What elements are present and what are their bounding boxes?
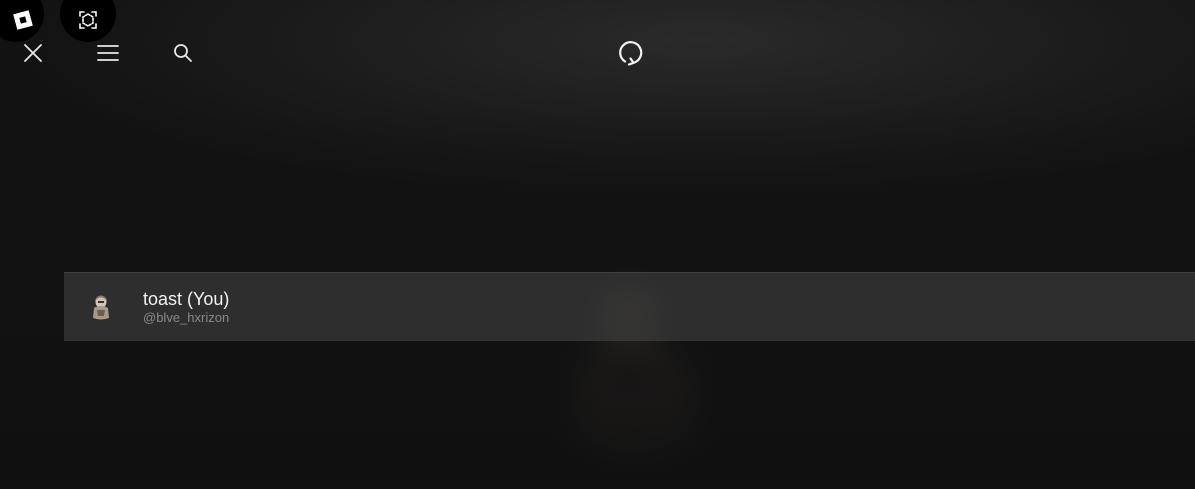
game-viewport: toast (You) @blve_hxrizon	[0, 0, 1195, 489]
player-list-item[interactable]: toast (You) @blve_hxrizon	[64, 272, 1195, 341]
menu-button[interactable]	[93, 38, 123, 68]
camera-button[interactable]	[60, 0, 116, 42]
search-icon	[174, 44, 192, 62]
camera-icon	[79, 11, 97, 29]
avatar-icon	[93, 295, 109, 320]
refresh-icon	[619, 41, 643, 66]
player-display-name: toast (You)	[143, 289, 230, 309]
roblox-logo-icon	[13, 10, 33, 30]
close-button[interactable]	[18, 38, 48, 68]
close-icon	[24, 44, 42, 62]
refresh-button[interactable]	[613, 36, 647, 70]
search-button[interactable]	[168, 38, 198, 68]
player-username: @blve_hxrizon	[143, 310, 230, 325]
roblox-menu-button[interactable]	[0, 0, 44, 42]
menu-icon	[97, 45, 119, 61]
